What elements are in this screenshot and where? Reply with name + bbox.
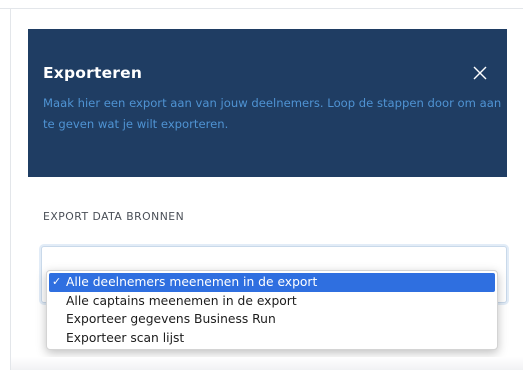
close-icon-glyph (473, 66, 487, 80)
option-label: Exporteer scan lijst (66, 330, 185, 345)
checkmark-icon: ✓ (52, 275, 62, 288)
close-icon[interactable] (472, 65, 488, 81)
modal-bottom-edge (11, 357, 523, 370)
modal-header: Exporteren Maak hier een export aan van … (28, 29, 507, 177)
dropdown-option-scan-list[interactable]: Exporteer scan lijst (47, 329, 497, 348)
export-sources-label: EXPORT DATA BRONNEN (43, 210, 185, 223)
page: Exporteren Maak hier een export aan van … (0, 0, 523, 370)
export-source-dropdown[interactable]: ✓ Alle deelnemers meenemen in de export … (46, 270, 498, 350)
dropdown-option-business-run[interactable]: Exporteer gegevens Business Run (47, 310, 497, 329)
modal-title: Exporteren (43, 64, 143, 82)
dropdown-option-all-participants[interactable]: ✓ Alle deelnemers meenemen in de export (49, 273, 495, 292)
export-modal: Exporteren Maak hier een export aan van … (11, 9, 523, 370)
option-label: Alle captains meenemen in de export (66, 293, 297, 308)
option-label: Exporteer gegevens Business Run (66, 312, 276, 326)
option-label: Alle deelnemers meenemen in de export (66, 275, 318, 289)
modal-description: Maak hier een export aan van jouw deelne… (43, 96, 502, 131)
dropdown-option-all-captains[interactable]: Alle captains meenemen in de export (47, 292, 497, 311)
